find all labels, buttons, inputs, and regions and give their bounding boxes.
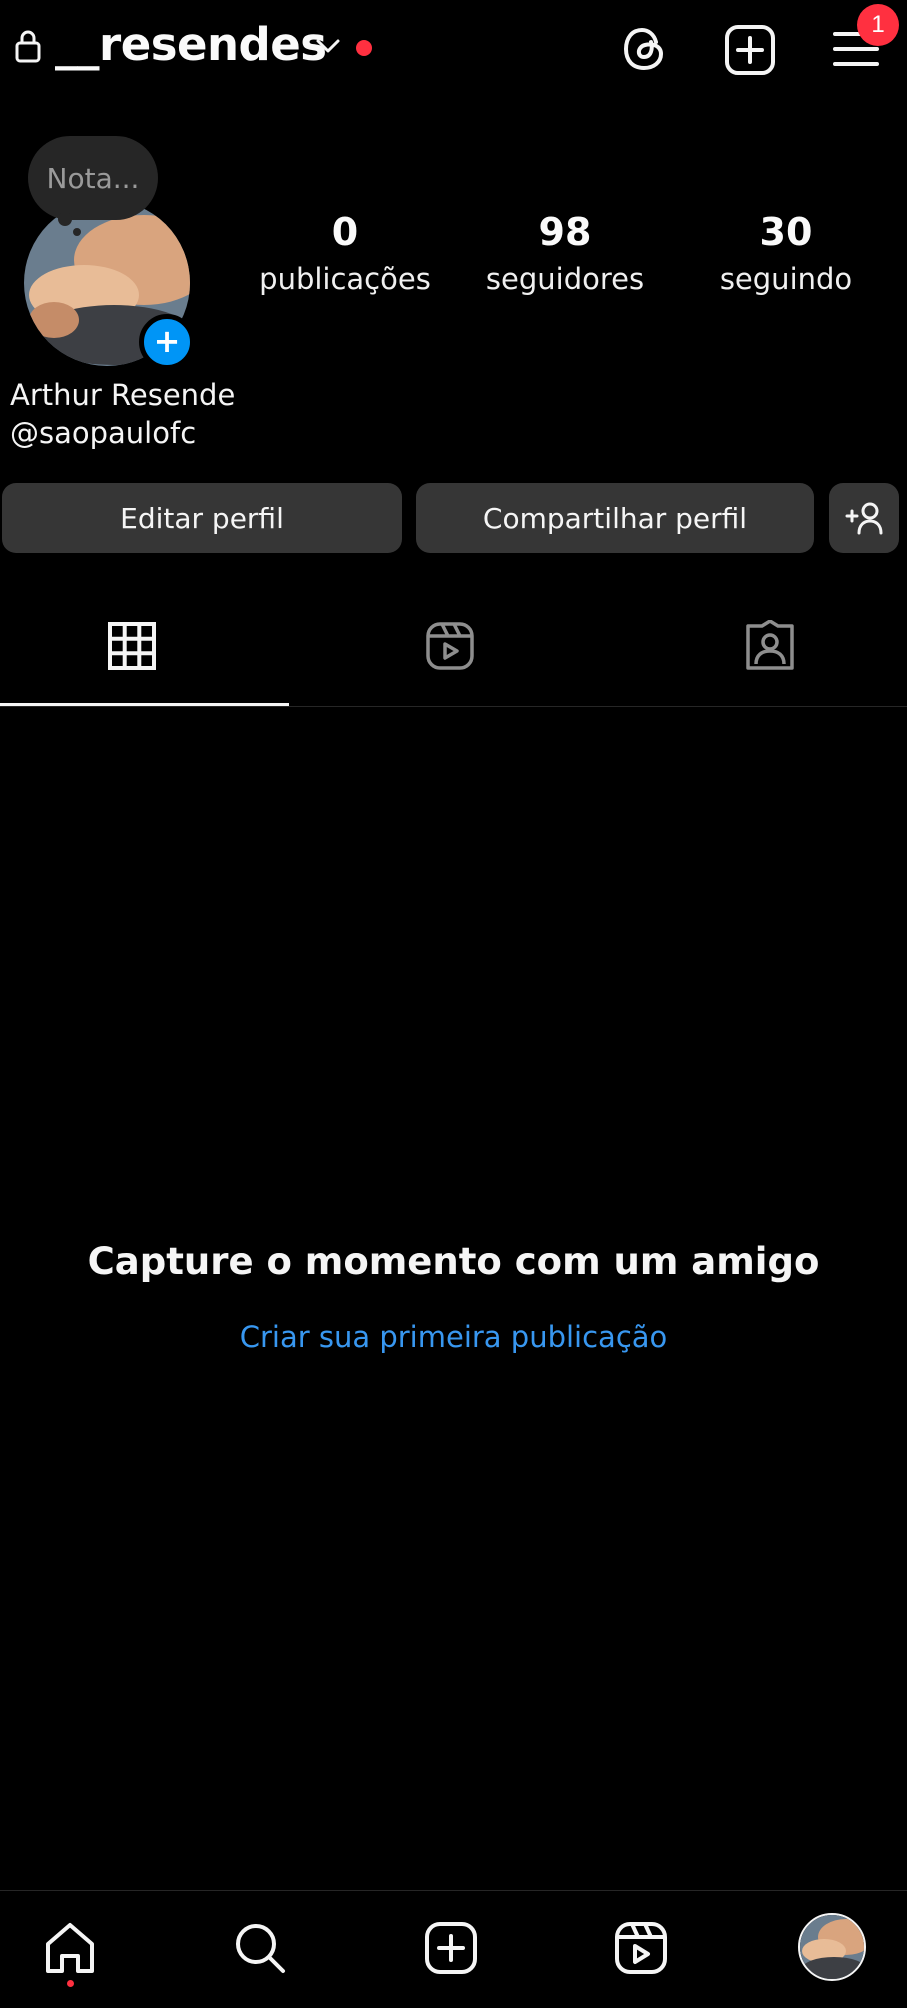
stat-posts-label: publicações: [259, 262, 431, 296]
home-icon[interactable]: [42, 1920, 98, 1976]
stat-followers[interactable]: 98 seguidores: [470, 208, 660, 302]
menu-notification-badge: 1: [857, 4, 899, 46]
tagged-icon[interactable]: [744, 620, 796, 672]
grid-icon[interactable]: [106, 620, 158, 672]
add-person-icon: [845, 502, 883, 535]
stat-posts[interactable]: 0 publicações: [250, 208, 440, 302]
stat-posts-count: 0: [331, 210, 359, 254]
add-story-button[interactable]: +: [139, 314, 195, 370]
profile-full-name: Arthur Resende: [10, 378, 236, 412]
tab-divider: [0, 706, 907, 707]
note-bubble[interactable]: Nota...: [28, 136, 158, 220]
reels-icon[interactable]: [424, 620, 476, 672]
threads-icon[interactable]: [620, 24, 670, 74]
reels-nav-icon[interactable]: [613, 1920, 669, 1976]
stat-followers-count: 98: [538, 210, 592, 254]
edit-profile-button[interactable]: Editar perfil: [2, 483, 402, 553]
account-notification-dot: [356, 40, 372, 56]
share-profile-button[interactable]: Compartilhar perfil: [416, 483, 814, 553]
note-bubble-tail-small: [73, 228, 81, 236]
chevron-down-icon[interactable]: [314, 36, 342, 56]
stat-following[interactable]: 30 seguindo: [691, 208, 881, 302]
profile-bio-handle[interactable]: @saopaulofc: [10, 416, 196, 450]
create-first-post-link[interactable]: Criar sua primeira publicação: [0, 1320, 907, 1354]
empty-state-title: Capture o momento com um amigo: [87, 1240, 820, 1283]
profile-tab-avatar[interactable]: [798, 1913, 866, 1981]
stat-following-count: 30: [759, 210, 813, 254]
search-icon[interactable]: [232, 1920, 288, 1976]
lock-icon: [15, 30, 41, 63]
stat-followers-label: seguidores: [485, 262, 645, 296]
create-icon[interactable]: [423, 1920, 479, 1976]
create-post-icon[interactable]: [724, 24, 776, 76]
home-notification-dot: [67, 1980, 74, 1987]
note-bubble-tail: [58, 212, 72, 226]
discover-people-button[interactable]: [829, 483, 899, 553]
stat-following-label: seguindo: [719, 262, 853, 296]
profile-username[interactable]: __resendes: [55, 18, 327, 71]
